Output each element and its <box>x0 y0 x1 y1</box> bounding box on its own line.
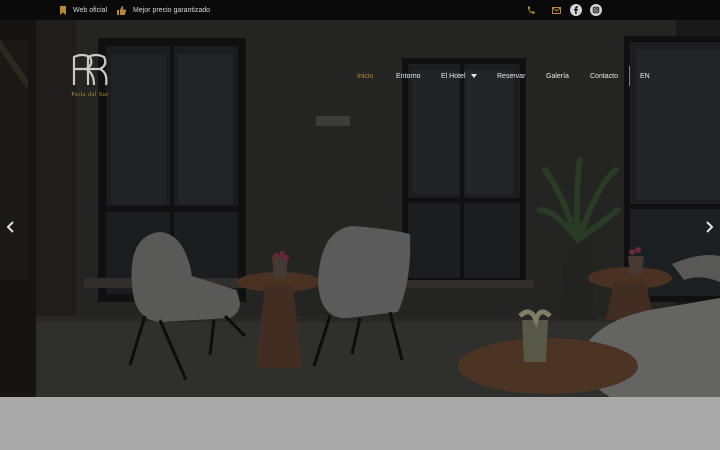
slider-next-button[interactable] <box>704 220 714 234</box>
best-price-label: Mejor precio garantizado <box>133 6 211 14</box>
thumbs-up-icon <box>117 5 126 15</box>
nav-item-galeria[interactable]: Galería <box>546 70 569 82</box>
brand-logo[interactable]: Perla del Sur <box>60 53 120 101</box>
slider-prev-button[interactable] <box>6 220 16 234</box>
official-web-item[interactable]: Web oficial <box>60 0 107 20</box>
bookmark-icon <box>60 5 66 15</box>
page-content-area <box>0 397 720 450</box>
hero-slider: Perla del Sur Inicio Entorno El Hotel Re… <box>0 20 720 397</box>
facebook-icon[interactable] <box>570 0 582 20</box>
mail-icon[interactable] <box>552 0 561 20</box>
instagram-icon[interactable] <box>590 0 602 20</box>
best-price-item[interactable]: Mejor precio garantizado <box>117 0 210 20</box>
nav-item-el-hotel-label: El Hotel <box>441 72 466 80</box>
nav-item-inicio[interactable]: Inicio <box>357 70 373 82</box>
logo-monogram <box>72 53 108 86</box>
chevron-left-icon <box>6 221 14 233</box>
language-switch[interactable]: EN <box>640 70 650 82</box>
chevron-right-icon <box>706 221 714 233</box>
nav-divider <box>629 66 630 86</box>
nav-item-entorno[interactable]: Entorno <box>396 70 421 82</box>
top-bar: Web oficial Mejor precio garantizado <box>0 0 720 20</box>
nav-item-el-hotel[interactable]: El Hotel <box>441 70 477 82</box>
brand-name: Perla del Sur <box>71 92 109 98</box>
nav-item-contacto[interactable]: Contacto <box>590 70 618 82</box>
phone-icon[interactable] <box>527 0 535 20</box>
official-web-label: Web oficial <box>73 6 108 14</box>
caret-down-icon <box>470 74 477 78</box>
nav-item-reservar[interactable]: Reservar <box>497 70 525 82</box>
